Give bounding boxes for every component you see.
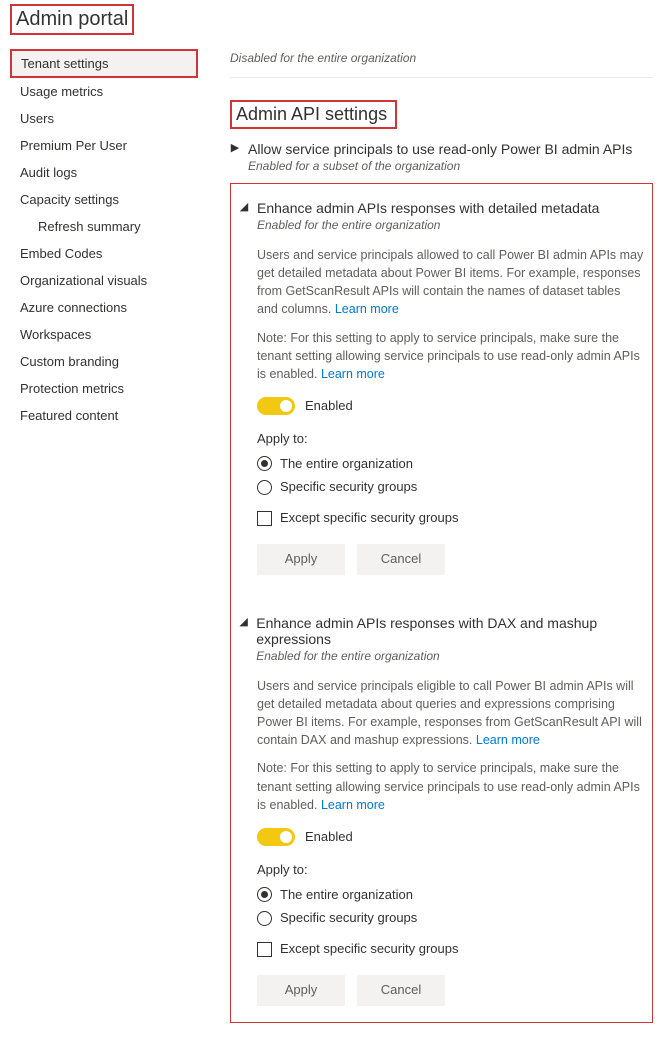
chevron-down-icon: ◢ xyxy=(239,200,249,213)
setting-enhance-metadata[interactable]: ◢ Enhance admin APIs responses with deta… xyxy=(239,188,644,236)
radio-specific-groups[interactable]: Specific security groups xyxy=(257,478,644,497)
radio-entire-org[interactable]: The entire organization xyxy=(257,886,644,905)
sidebar-item-protection-metrics[interactable]: Protection metrics xyxy=(10,375,198,402)
radio-icon xyxy=(257,911,272,926)
radio-icon xyxy=(257,480,272,495)
sidebar-item-workspaces[interactable]: Workspaces xyxy=(10,321,198,348)
apply-to-label: Apply to: xyxy=(257,861,644,880)
setting-allow-service-principals[interactable]: ▶ Allow service principals to use read-o… xyxy=(230,129,653,177)
setting-title: Allow service principals to use read-onl… xyxy=(248,141,632,157)
apply-button[interactable]: Apply xyxy=(257,975,345,1006)
sidebar-item-custom-branding[interactable]: Custom branding xyxy=(10,348,198,375)
sidebar-item-users[interactable]: Users xyxy=(10,105,198,132)
checkbox-except-groups[interactable]: Except specific security groups xyxy=(257,940,644,959)
apply-to-label: Apply to: xyxy=(257,430,644,449)
sidebar-item-refresh-summary[interactable]: Refresh summary xyxy=(10,213,198,240)
learn-more-link[interactable]: Learn more xyxy=(321,367,385,381)
disabled-note: Disabled for the entire organization xyxy=(230,49,653,78)
toggle-label: Enabled xyxy=(305,828,353,847)
radio-specific-groups[interactable]: Specific security groups xyxy=(257,909,644,928)
setting-note: Note: For this setting to apply to servi… xyxy=(257,759,644,813)
learn-more-link[interactable]: Learn more xyxy=(476,733,540,747)
sidebar-item-tenant-settings[interactable]: Tenant settings xyxy=(10,49,198,78)
toggle-label: Enabled xyxy=(305,397,353,416)
setting-description: Users and service principals allowed to … xyxy=(257,246,644,319)
sidebar: Tenant settings Usage metrics Users Prem… xyxy=(10,49,198,1023)
sidebar-item-featured-content[interactable]: Featured content xyxy=(10,402,198,429)
setting-subtitle: Enabled for the entire organization xyxy=(256,649,644,663)
setting-note: Note: For this setting to apply to servi… xyxy=(257,329,644,383)
radio-icon xyxy=(257,456,272,471)
chevron-down-icon: ◢ xyxy=(239,615,248,628)
sidebar-item-azure-connections[interactable]: Azure connections xyxy=(10,294,198,321)
apply-button[interactable]: Apply xyxy=(257,544,345,575)
sidebar-item-embed-codes[interactable]: Embed Codes xyxy=(10,240,198,267)
setting-subtitle: Enabled for the entire organization xyxy=(257,218,599,232)
sidebar-item-capacity-settings[interactable]: Capacity settings xyxy=(10,186,198,213)
sidebar-item-organizational-visuals[interactable]: Organizational visuals xyxy=(10,267,198,294)
radio-icon xyxy=(257,887,272,902)
enabled-toggle[interactable] xyxy=(257,397,295,415)
section-title-admin-api: Admin API settings xyxy=(230,100,397,129)
sidebar-item-audit-logs[interactable]: Audit logs xyxy=(10,159,198,186)
chevron-right-icon: ▶ xyxy=(230,141,240,154)
checkbox-icon xyxy=(257,942,272,957)
main-panel: Disabled for the entire organization Adm… xyxy=(198,49,655,1023)
setting-title: Enhance admin APIs responses with DAX an… xyxy=(256,615,644,647)
page-title: Admin portal xyxy=(10,4,134,35)
enabled-toggle[interactable] xyxy=(257,828,295,846)
setting-subtitle: Enabled for a subset of the organization xyxy=(248,159,632,173)
learn-more-link[interactable]: Learn more xyxy=(321,798,385,812)
setting-title: Enhance admin APIs responses with detail… xyxy=(257,200,599,216)
checkbox-except-groups[interactable]: Except specific security groups xyxy=(257,509,644,528)
highlighted-panel: ◢ Enhance admin APIs responses with deta… xyxy=(230,183,653,1023)
learn-more-link[interactable]: Learn more xyxy=(335,302,399,316)
setting-description: Users and service principals eligible to… xyxy=(257,677,644,750)
checkbox-icon xyxy=(257,511,272,526)
setting-enhance-dax[interactable]: ◢ Enhance admin APIs responses with DAX … xyxy=(239,603,644,667)
cancel-button[interactable]: Cancel xyxy=(357,544,445,575)
cancel-button[interactable]: Cancel xyxy=(357,975,445,1006)
sidebar-item-premium-per-user[interactable]: Premium Per User xyxy=(10,132,198,159)
sidebar-item-usage-metrics[interactable]: Usage metrics xyxy=(10,78,198,105)
radio-entire-org[interactable]: The entire organization xyxy=(257,455,644,474)
